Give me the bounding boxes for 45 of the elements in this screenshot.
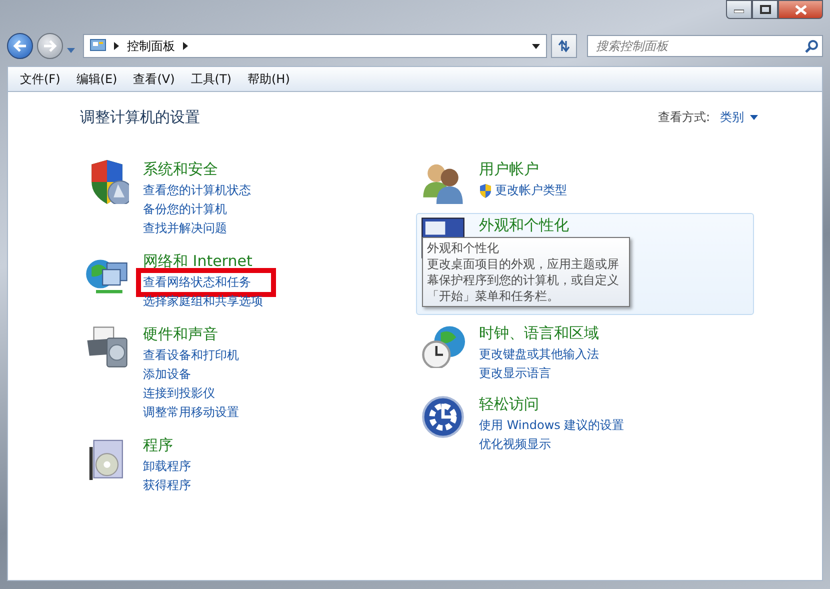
task-link[interactable]: 更改帐户类型 bbox=[474, 178, 572, 203]
category-title-link[interactable]: 外观和个性化 bbox=[479, 216, 569, 235]
back-arrow-icon bbox=[13, 40, 27, 52]
control-panel-icon bbox=[90, 39, 106, 53]
page-heading: 调整计算机的设置 bbox=[80, 108, 200, 127]
refresh-button[interactable] bbox=[551, 34, 577, 58]
category-title-link[interactable]: 用户帐户 bbox=[479, 160, 539, 179]
search-icon bbox=[805, 40, 818, 53]
caret-icon bbox=[67, 48, 75, 53]
menu-item[interactable]: 查看(V) bbox=[125, 68, 183, 90]
tooltip-text: 更改桌面项目的外观，应用主题或屏幕保护程序到您的计算机，或自定义「开始」菜单和任务栏。 bbox=[427, 256, 620, 304]
shield-icon bbox=[479, 184, 492, 198]
forward-button[interactable] bbox=[37, 33, 63, 59]
back-button[interactable] bbox=[7, 33, 33, 59]
dropdown-caret-icon[interactable] bbox=[532, 44, 540, 48]
maximize-icon bbox=[760, 5, 770, 14]
minimize-icon bbox=[734, 6, 744, 12]
tooltip-title: 外观和个性化 bbox=[427, 240, 500, 256]
menu-item[interactable]: 工具(T) bbox=[182, 68, 240, 90]
globe-clock-icon bbox=[421, 324, 465, 368]
address-bar[interactable]: 控制面板 bbox=[83, 34, 547, 58]
forward-arrow-icon bbox=[43, 40, 57, 52]
caret-icon bbox=[750, 115, 758, 120]
category-title-link[interactable]: 网络和 Internet bbox=[143, 252, 252, 271]
category-title-link[interactable]: 系统和安全 bbox=[143, 160, 218, 179]
category-title-link[interactable]: 程序 bbox=[143, 436, 173, 455]
view-by-label: 查看方式: bbox=[658, 109, 710, 126]
menu-item[interactable]: 文件(F) bbox=[12, 68, 68, 90]
printer-icon bbox=[85, 325, 129, 369]
breadcrumb-item[interactable]: 控制面板 bbox=[127, 38, 175, 54]
menu-item[interactable]: 编辑(E) bbox=[68, 68, 126, 90]
accessibility-icon bbox=[421, 395, 465, 439]
category-title-link[interactable]: 硬件和声音 bbox=[143, 325, 218, 344]
menu-item[interactable]: 帮助(H) bbox=[240, 68, 298, 90]
maximize-button[interactable] bbox=[752, 0, 778, 19]
category-title-link[interactable]: 轻松访问 bbox=[479, 395, 539, 414]
category-title-link[interactable]: 时钟、语言和区域 bbox=[479, 324, 599, 343]
search-field[interactable]: 搜索控制面板 bbox=[587, 35, 823, 57]
view-by-dropdown[interactable]: 类别 bbox=[720, 109, 758, 126]
chevron-icon bbox=[183, 42, 188, 50]
close-icon bbox=[794, 4, 806, 14]
refresh-arrows-icon bbox=[557, 39, 571, 53]
close-button[interactable] bbox=[778, 0, 823, 19]
minimize-button[interactable] bbox=[726, 0, 752, 19]
chevron-icon bbox=[114, 42, 119, 50]
